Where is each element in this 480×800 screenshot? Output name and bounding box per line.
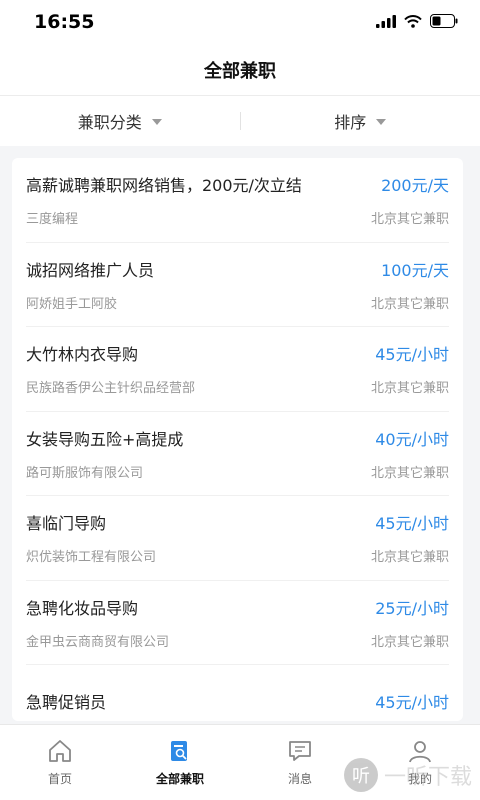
job-salary: 200元/天 [381,176,449,196]
watermark-logo-icon: 听 [343,758,378,792]
tab-all-jobs[interactable]: 全部兼职 [120,725,240,800]
job-location: 北京其它兼职 [370,465,449,481]
job-location: 北京其它兼职 [370,296,449,312]
job-list-item[interactable]: 急聘促销员 45元/小时 [26,665,449,721]
watermark-text: 一听下载 [383,765,472,790]
page-title: 全部兼职 [204,60,276,82]
job-company: 炽优装饰工程有限公司 [26,550,157,566]
job-salary: 45元/小时 [375,345,449,365]
job-title: 高薪诚聘兼职网络销售，200元/次立结 [26,176,302,196]
message-icon [287,738,313,764]
job-company: 金甲虫云商商贸有限公司 [26,634,170,650]
job-list-item[interactable]: 大竹林内衣导购 45元/小时 民族路香伊公主针织品经营部 北京其它兼职 [26,327,449,412]
status-time: 16:55 [34,11,95,33]
job-location: 北京其它兼职 [370,550,449,566]
job-location: 北京其它兼职 [370,381,449,397]
job-salary: 100元/天 [381,260,449,280]
battery-icon [430,13,458,32]
job-company: 路可斯服饰有限公司 [26,465,144,481]
category-filter-label: 兼职分类 [77,113,142,132]
tab-messages-label: 消息 [287,772,312,786]
sort-filter[interactable]: 排序 [241,96,480,146]
job-title: 大竹林内衣导购 [26,345,139,365]
job-company: 民族路香伊公主针织品经营部 [26,381,196,397]
caret-down-icon [376,119,387,125]
job-list-item[interactable]: 女装导购五险+高提成 40元/小时 路可斯服饰有限公司 北京其它兼职 [26,412,449,496]
job-company: 阿娇姐手工阿胶 [26,296,118,312]
job-list: 高薪诚聘兼职网络销售，200元/次立结 200元/天 三度编程 北京其它兼职 诚招网… [12,158,463,721]
job-list-item[interactable]: 高薪诚聘兼职网络销售，200元/次立结 200元/天 三度编程 北京其它兼职 [26,158,449,243]
job-list-item[interactable]: 急聘化妆品导购 25元/小时 金甲虫云商商贸有限公司 北京其它兼职 [26,581,449,665]
tab-home-label: 首页 [47,772,72,786]
job-list-item[interactable]: 诚招网络推广人员 100元/天 阿娇姐手工阿胶 北京其它兼职 [26,243,449,327]
tab-home[interactable]: 首页 [0,725,120,800]
tab-all-jobs-label: 全部兼职 [155,772,204,786]
sort-filter-label: 排序 [334,113,367,132]
job-title: 急聘促销员 [26,692,107,712]
signal-icon [376,13,396,32]
home-icon [47,738,73,764]
caret-down-icon [151,119,162,125]
job-salary: 40元/小时 [375,429,449,449]
title-bar: 全部兼职 [0,44,480,96]
job-location: 北京其它兼职 [370,212,449,228]
job-salary: 25元/小时 [375,598,449,618]
job-title: 女装导购五险+高提成 [26,429,184,449]
status-icons [376,13,458,32]
filter-bar: 兼职分类 排序 [0,96,480,146]
job-salary: 45元/小时 [375,692,449,712]
wifi-icon [404,13,422,32]
job-search-icon [167,738,193,764]
job-title: 急聘化妆品导购 [26,598,139,618]
status-bar: 16:55 [0,0,480,44]
job-location: 北京其它兼职 [370,634,449,650]
category-filter[interactable]: 兼职分类 [0,96,240,146]
job-title: 诚招网络推广人员 [26,260,155,280]
tab-messages[interactable]: 消息 [240,725,360,800]
job-salary: 45元/小时 [375,514,449,534]
job-list-item[interactable]: 喜临门导购 45元/小时 炽优装饰工程有限公司 北京其它兼职 [26,496,449,581]
job-title: 喜临门导购 [26,514,107,534]
watermark: 听 一听下载 [343,758,472,792]
job-company: 三度编程 [26,212,79,228]
